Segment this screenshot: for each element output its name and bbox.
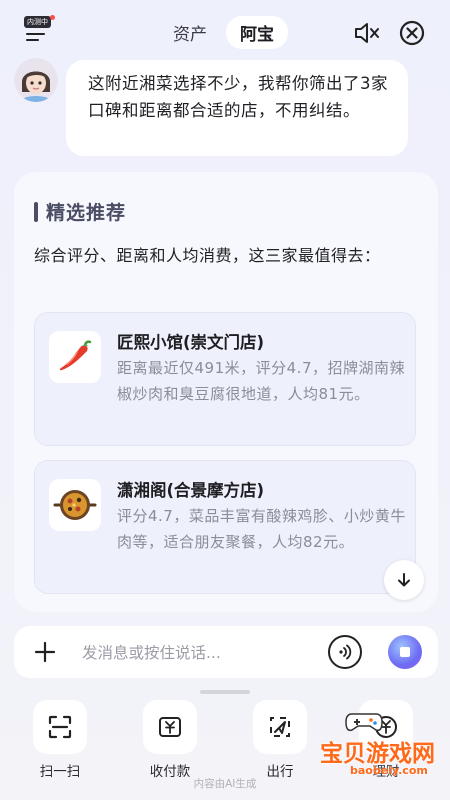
watermark-url: baobeiy.com bbox=[350, 764, 428, 777]
assistant-message: 这附近湘菜选择不少，我帮你筛出了3家口碑和距离都合适的店，不用纠结。 bbox=[66, 60, 408, 156]
shop-card[interactable]: 潇湘阁(合景摩方店) 评分4.7，菜品丰富有酸辣鸡胗、小炒黄牛肉等，适合朋友聚餐… bbox=[34, 460, 416, 594]
watermark-text: 宝贝游戏网 bbox=[320, 741, 435, 767]
tab-assets[interactable]: 资产 bbox=[173, 20, 207, 45]
sound-wave-icon bbox=[339, 644, 352, 660]
tab-abao[interactable]: 阿宝 bbox=[226, 16, 288, 49]
top-bar: 内测中 资产 阿宝 bbox=[0, 0, 450, 62]
voice-call-button[interactable] bbox=[328, 635, 362, 669]
chili-pepper-icon bbox=[49, 331, 101, 383]
quick-action-payment[interactable]: 收付款 bbox=[130, 700, 210, 780]
plus-icon[interactable] bbox=[32, 639, 58, 665]
close-circle-icon[interactable] bbox=[398, 19, 426, 47]
navigation-icon bbox=[253, 700, 307, 754]
message-input[interactable]: 发消息或按住说话... bbox=[82, 641, 221, 663]
gamepad-icon bbox=[345, 713, 383, 732]
stop-generation-button[interactable] bbox=[388, 635, 422, 669]
quick-action-scan[interactable]: 扫一扫 bbox=[20, 700, 100, 780]
recommend-card: 精选推荐 综合评分、距离和人均消费，这三家最值得去： 匠熙小馆(崇文门店) 距离… bbox=[14, 172, 438, 612]
scroll-down-button[interactable] bbox=[384, 560, 424, 600]
shop-description: 评分4.7，菜品丰富有酸辣鸡胗、小炒黄牛肉等，适合朋友聚餐，人均82元。 bbox=[117, 507, 406, 551]
shop-card[interactable]: 匠熙小馆(崇文门店) 距离最近仅491米，评分4.7，招牌湖南辣椒炒肉和臭豆腐很… bbox=[34, 312, 416, 446]
scan-icon bbox=[33, 700, 87, 754]
shop-name: 潇湘阁(合景摩方店) bbox=[117, 481, 265, 500]
recommend-title: 精选推荐 bbox=[46, 202, 127, 224]
shop-name: 匠熙小馆(崇文门店) bbox=[117, 333, 265, 352]
drag-handle[interactable] bbox=[200, 690, 250, 694]
shop-description: 距离最近仅491米，评分4.7，招牌湖南辣椒炒肉和臭豆腐很地道，人均81元。 bbox=[117, 359, 405, 403]
arrow-down-icon bbox=[398, 573, 410, 587]
paella-pan-icon bbox=[49, 479, 101, 531]
menu-button[interactable]: 内测中 bbox=[20, 16, 54, 46]
message-input-bar: 发消息或按住说话... bbox=[14, 626, 438, 678]
notification-dot bbox=[50, 15, 55, 20]
assistant-avatar bbox=[14, 58, 58, 102]
recommend-intro: 综合评分、距离和人均消费，这三家最值得去： bbox=[34, 246, 381, 265]
speaker-muted-icon[interactable] bbox=[352, 19, 380, 47]
stop-icon bbox=[400, 647, 410, 657]
watermark: 宝贝游戏网 baobeiy.com bbox=[300, 706, 440, 786]
payment-icon bbox=[143, 700, 197, 754]
menu-icon bbox=[26, 33, 45, 41]
